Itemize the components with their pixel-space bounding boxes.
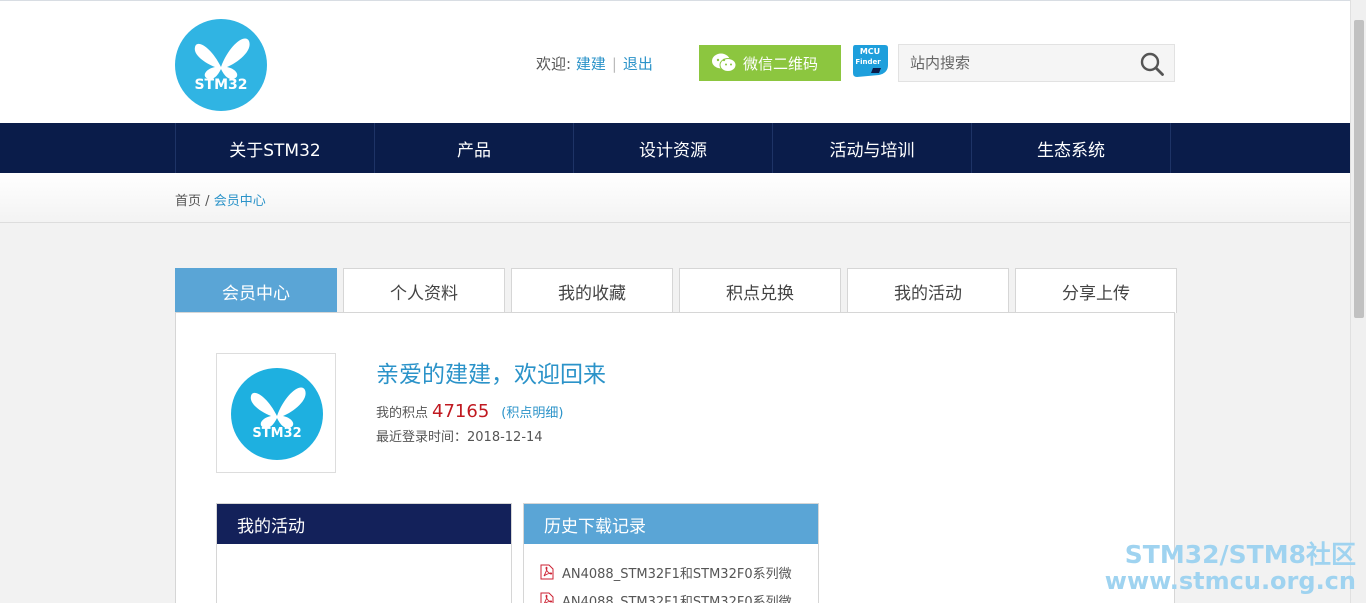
- download-name: AN4088_STM32F1和STM32F0系列微: [562, 566, 792, 582]
- breadcrumb-current[interactable]: 会员中心: [214, 194, 266, 209]
- breadcrumb-separator: /: [205, 194, 210, 209]
- member-panel: STM32 亲爱的建建，欢迎回来 我的积点 47165 (积点明细) 最近登录时…: [175, 312, 1175, 603]
- avatar-logo: STM32: [231, 368, 323, 460]
- my-activities-box: 我的活动: [216, 503, 512, 603]
- scrollbar-thumb[interactable]: [1354, 20, 1364, 318]
- divider: |: [611, 55, 617, 73]
- nav-item-about[interactable]: 关于STM32: [176, 123, 375, 173]
- points-label: 我的积点: [376, 406, 429, 421]
- nav-item-design-resources[interactable]: 设计资源: [574, 123, 773, 173]
- breadcrumb-home[interactable]: 首页: [175, 194, 201, 209]
- tab-favorites[interactable]: 我的收藏: [511, 268, 673, 313]
- my-activities-title: 我的活动: [217, 504, 511, 544]
- avatar[interactable]: STM32: [216, 353, 336, 473]
- tab-my-activities[interactable]: 我的活动: [847, 268, 1009, 313]
- list-item[interactable]: AN4088_STM32F1和STM32F0系列微: [540, 558, 802, 586]
- points-value: 47165: [432, 401, 490, 422]
- breadcrumb: 首页 / 会员中心: [175, 190, 266, 209]
- mcu-finder-icon[interactable]: MCU Finder: [851, 43, 889, 79]
- tab-profile[interactable]: 个人资料: [343, 268, 505, 313]
- page-scrollbar[interactable]: [1350, 0, 1366, 603]
- download-history-box: 历史下载记录 AN4088_STM32F1和STM32F0系列微 AN4088_…: [523, 503, 819, 603]
- watermark-line1: STM32/STM8社区: [1124, 540, 1356, 569]
- watermark-line2: www.stmcu.org.cn: [1104, 567, 1356, 595]
- nav-item-ecosystem[interactable]: 生态系统: [972, 123, 1171, 173]
- nav-item-events[interactable]: 活动与培训: [773, 123, 972, 173]
- points-detail-link[interactable]: (积点明细): [501, 402, 563, 421]
- svg-text:MCU: MCU: [860, 47, 880, 56]
- member-tabs: 会员中心 个人资料 我的收藏 积点兑换 我的活动 分享上传: [175, 268, 1177, 313]
- main-nav: 关于STM32 产品 设计资源 活动与培训 生态系统: [0, 123, 1350, 173]
- logo-text: STM32: [194, 77, 248, 93]
- download-list: AN4088_STM32F1和STM32F0系列微 AN4088_STM32F1…: [524, 544, 818, 603]
- nav-item-products[interactable]: 产品: [375, 123, 574, 173]
- butterfly-icon: [194, 38, 250, 80]
- site-watermark: STM32/STM8社区 www.stmcu.org.cn: [1105, 542, 1356, 593]
- tab-member-center[interactable]: 会员中心: [175, 268, 337, 313]
- search-icon[interactable]: [1140, 52, 1164, 76]
- download-name: AN4088_STM32F1和STM32F0系列微: [562, 594, 792, 603]
- wechat-label: 微信二维码: [743, 54, 819, 73]
- search-input[interactable]: [899, 45, 1129, 81]
- wechat-icon: [712, 53, 737, 72]
- logout-link[interactable]: 退出: [623, 55, 653, 73]
- tab-share-upload[interactable]: 分享上传: [1015, 268, 1177, 313]
- stm32-logo[interactable]: STM32: [175, 19, 267, 111]
- svg-text:Finder: Finder: [855, 58, 881, 66]
- last-login-time: 最近登录时间：2018-12-14: [376, 430, 543, 445]
- points-line: 我的积点 47165 (积点明细): [376, 401, 563, 422]
- username-link[interactable]: 建建: [576, 55, 606, 73]
- breadcrumb-bar: 首页 / 会员中心: [0, 173, 1350, 223]
- download-history-title: 历史下载记录: [524, 504, 818, 544]
- greeting-title: 亲爱的建建，欢迎回来: [376, 362, 606, 388]
- pdf-icon: [540, 592, 554, 603]
- tab-points-exchange[interactable]: 积点兑换: [679, 268, 841, 313]
- avatar-text: STM32: [252, 426, 302, 441]
- list-item[interactable]: AN4088_STM32F1和STM32F0系列微: [540, 586, 802, 603]
- site-header: STM32 欢迎: 建建 | 退出 微信二维码 MCU Finder: [0, 0, 1350, 123]
- welcome-label: 欢迎:: [536, 55, 572, 73]
- welcome-area: 欢迎: 建建 | 退出: [536, 53, 653, 74]
- wechat-qr-button[interactable]: 微信二维码: [699, 45, 841, 81]
- pdf-icon: [540, 564, 554, 580]
- search-box: [898, 44, 1175, 82]
- butterfly-icon: [250, 387, 306, 429]
